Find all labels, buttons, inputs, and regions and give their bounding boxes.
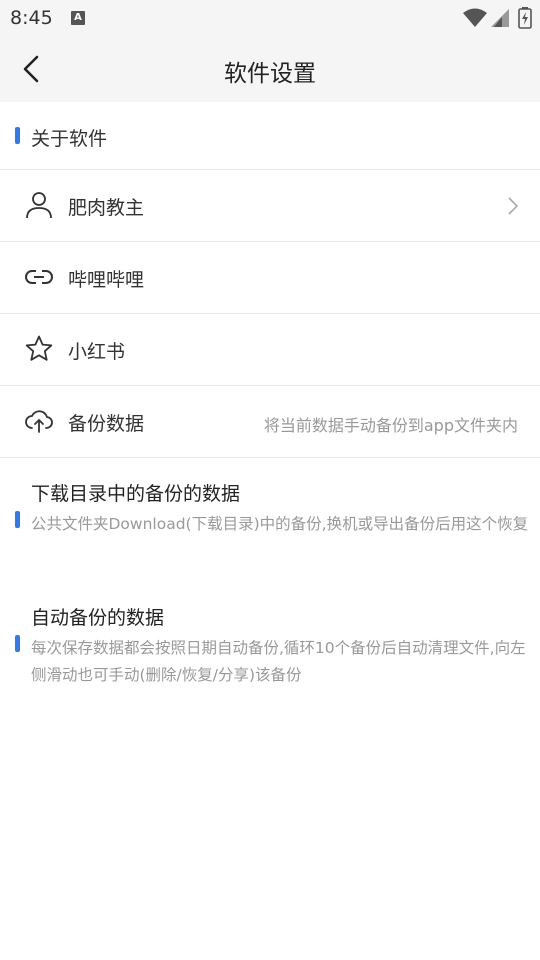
status-time: 8:45 [10, 7, 53, 29]
cloud-upload-icon [25, 410, 53, 433]
app-header: 软件设置 [0, 36, 540, 102]
wifi-icon [463, 8, 487, 27]
entry-title: 下载目录中的备份的数据 [31, 483, 241, 505]
row-label: 肥肉教主 [68, 197, 145, 219]
entry-description: 每次保存数据都会按照日期自动备份,循环10个备份后自动清理文件,向左侧滑动也可手… [31, 639, 526, 684]
row-backup[interactable]: 备份数据 将当前数据手动备份到app文件夹内 [0, 386, 540, 458]
row-hint: 将当前数据手动备份到app文件夹内 [263, 416, 518, 435]
user-icon [26, 192, 52, 219]
entry-accent-bar [15, 635, 20, 652]
row-label: 哔哩哔哩 [68, 269, 145, 291]
download-backups-entry[interactable]: 下载目录中的备份的数据 公共文件夹Download(下载目录)中的备份,换机或导… [0, 479, 540, 569]
page-title: 软件设置 [224, 61, 316, 87]
entry-accent-bar [15, 511, 20, 528]
section-label: 关于软件 [31, 128, 108, 150]
notification-icon: A [71, 11, 85, 25]
section-header-about: 关于软件 [0, 102, 540, 170]
row-bilibili[interactable]: 哔哩哔哩 [0, 242, 540, 314]
auto-backups-entry[interactable]: 自动备份的数据 每次保存数据都会按照日期自动备份,循环10个备份后自动清理文件,… [0, 603, 540, 693]
section-accent-bar [15, 127, 20, 144]
row-author[interactable]: 肥肉教主 [0, 170, 540, 242]
row-label: 备份数据 [68, 413, 145, 435]
star-icon [25, 335, 53, 361]
entry-title: 自动备份的数据 [31, 607, 165, 629]
row-label: 小红书 [68, 341, 126, 363]
row-xiaohongshu[interactable]: 小红书 [0, 314, 540, 386]
entry-description: 公共文件夹Download(下载目录)中的备份,换机或导出备份后用这个恢复 [31, 515, 529, 533]
status-bar: 8:45 A [0, 0, 540, 36]
chevron-right-icon [508, 197, 519, 215]
battery-charging-icon [518, 7, 532, 29]
link-icon [25, 270, 53, 284]
signal-icon [491, 9, 509, 27]
